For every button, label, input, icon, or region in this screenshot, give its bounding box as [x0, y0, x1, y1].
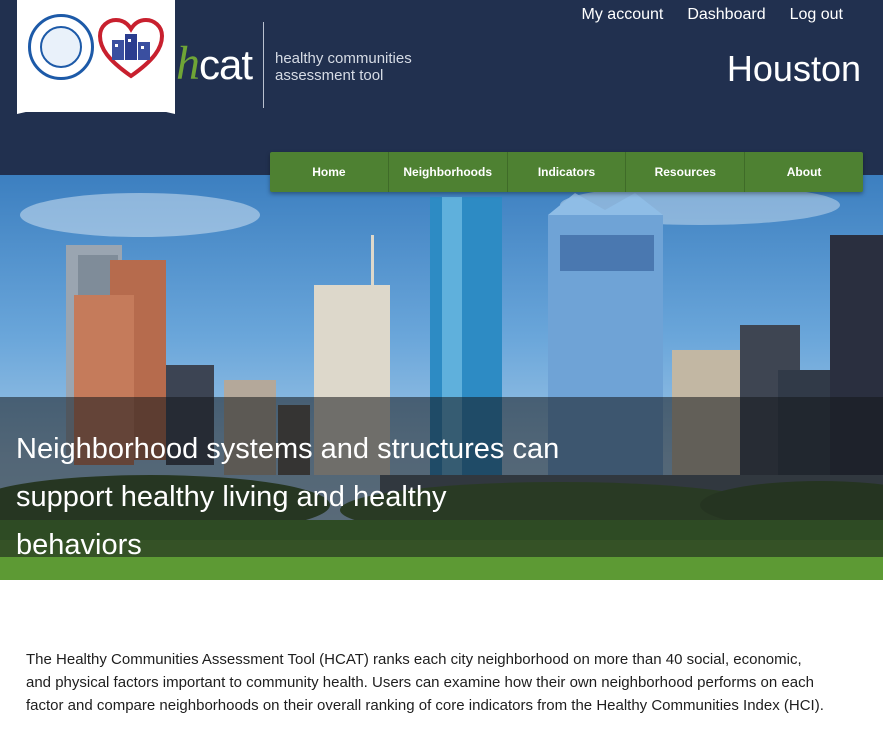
nav-about[interactable]: About — [745, 152, 863, 192]
badge-ribbon-tail — [17, 88, 175, 114]
hero-banner: Neighborhood systems and structures can … — [0, 175, 883, 580]
hcat-logo[interactable]: hcat — [176, 36, 253, 91]
city-name: Houston — [726, 48, 861, 89]
tagline-line-1: healthy communities — [275, 50, 412, 67]
nav-home[interactable]: Home — [270, 152, 389, 192]
dashboard-link[interactable]: Dashboard — [687, 6, 765, 24]
nav-indicators[interactable]: Indicators — [508, 152, 627, 192]
hcat-logo-initial: h — [176, 37, 200, 90]
tagline-line-2: assessment tool — [275, 67, 384, 84]
healthy-homes-heart-logo[interactable] — [98, 18, 164, 80]
hud-seal-house-icon — [40, 26, 82, 68]
main-nav: Home Neighborhoods Indicators Resources … — [270, 152, 863, 192]
logo-divider — [263, 22, 264, 108]
nav-neighborhoods[interactable]: Neighborhoods — [389, 152, 508, 192]
nav-resources[interactable]: Resources — [626, 152, 746, 192]
log-out-link[interactable]: Log out — [790, 6, 843, 24]
hero-headline: Neighborhood systems and structures can … — [16, 433, 560, 561]
my-account-link[interactable]: My account — [582, 6, 664, 24]
hud-seal-logo[interactable] — [28, 14, 94, 80]
hcat-logo-word: cat — [199, 41, 253, 88]
intro-paragraph: The Healthy Communities Assessment Tool … — [26, 651, 824, 714]
hcat-tagline: healthy communities assessment tool — [275, 50, 412, 84]
account-links: My account Dashboard Log out — [582, 6, 843, 24]
